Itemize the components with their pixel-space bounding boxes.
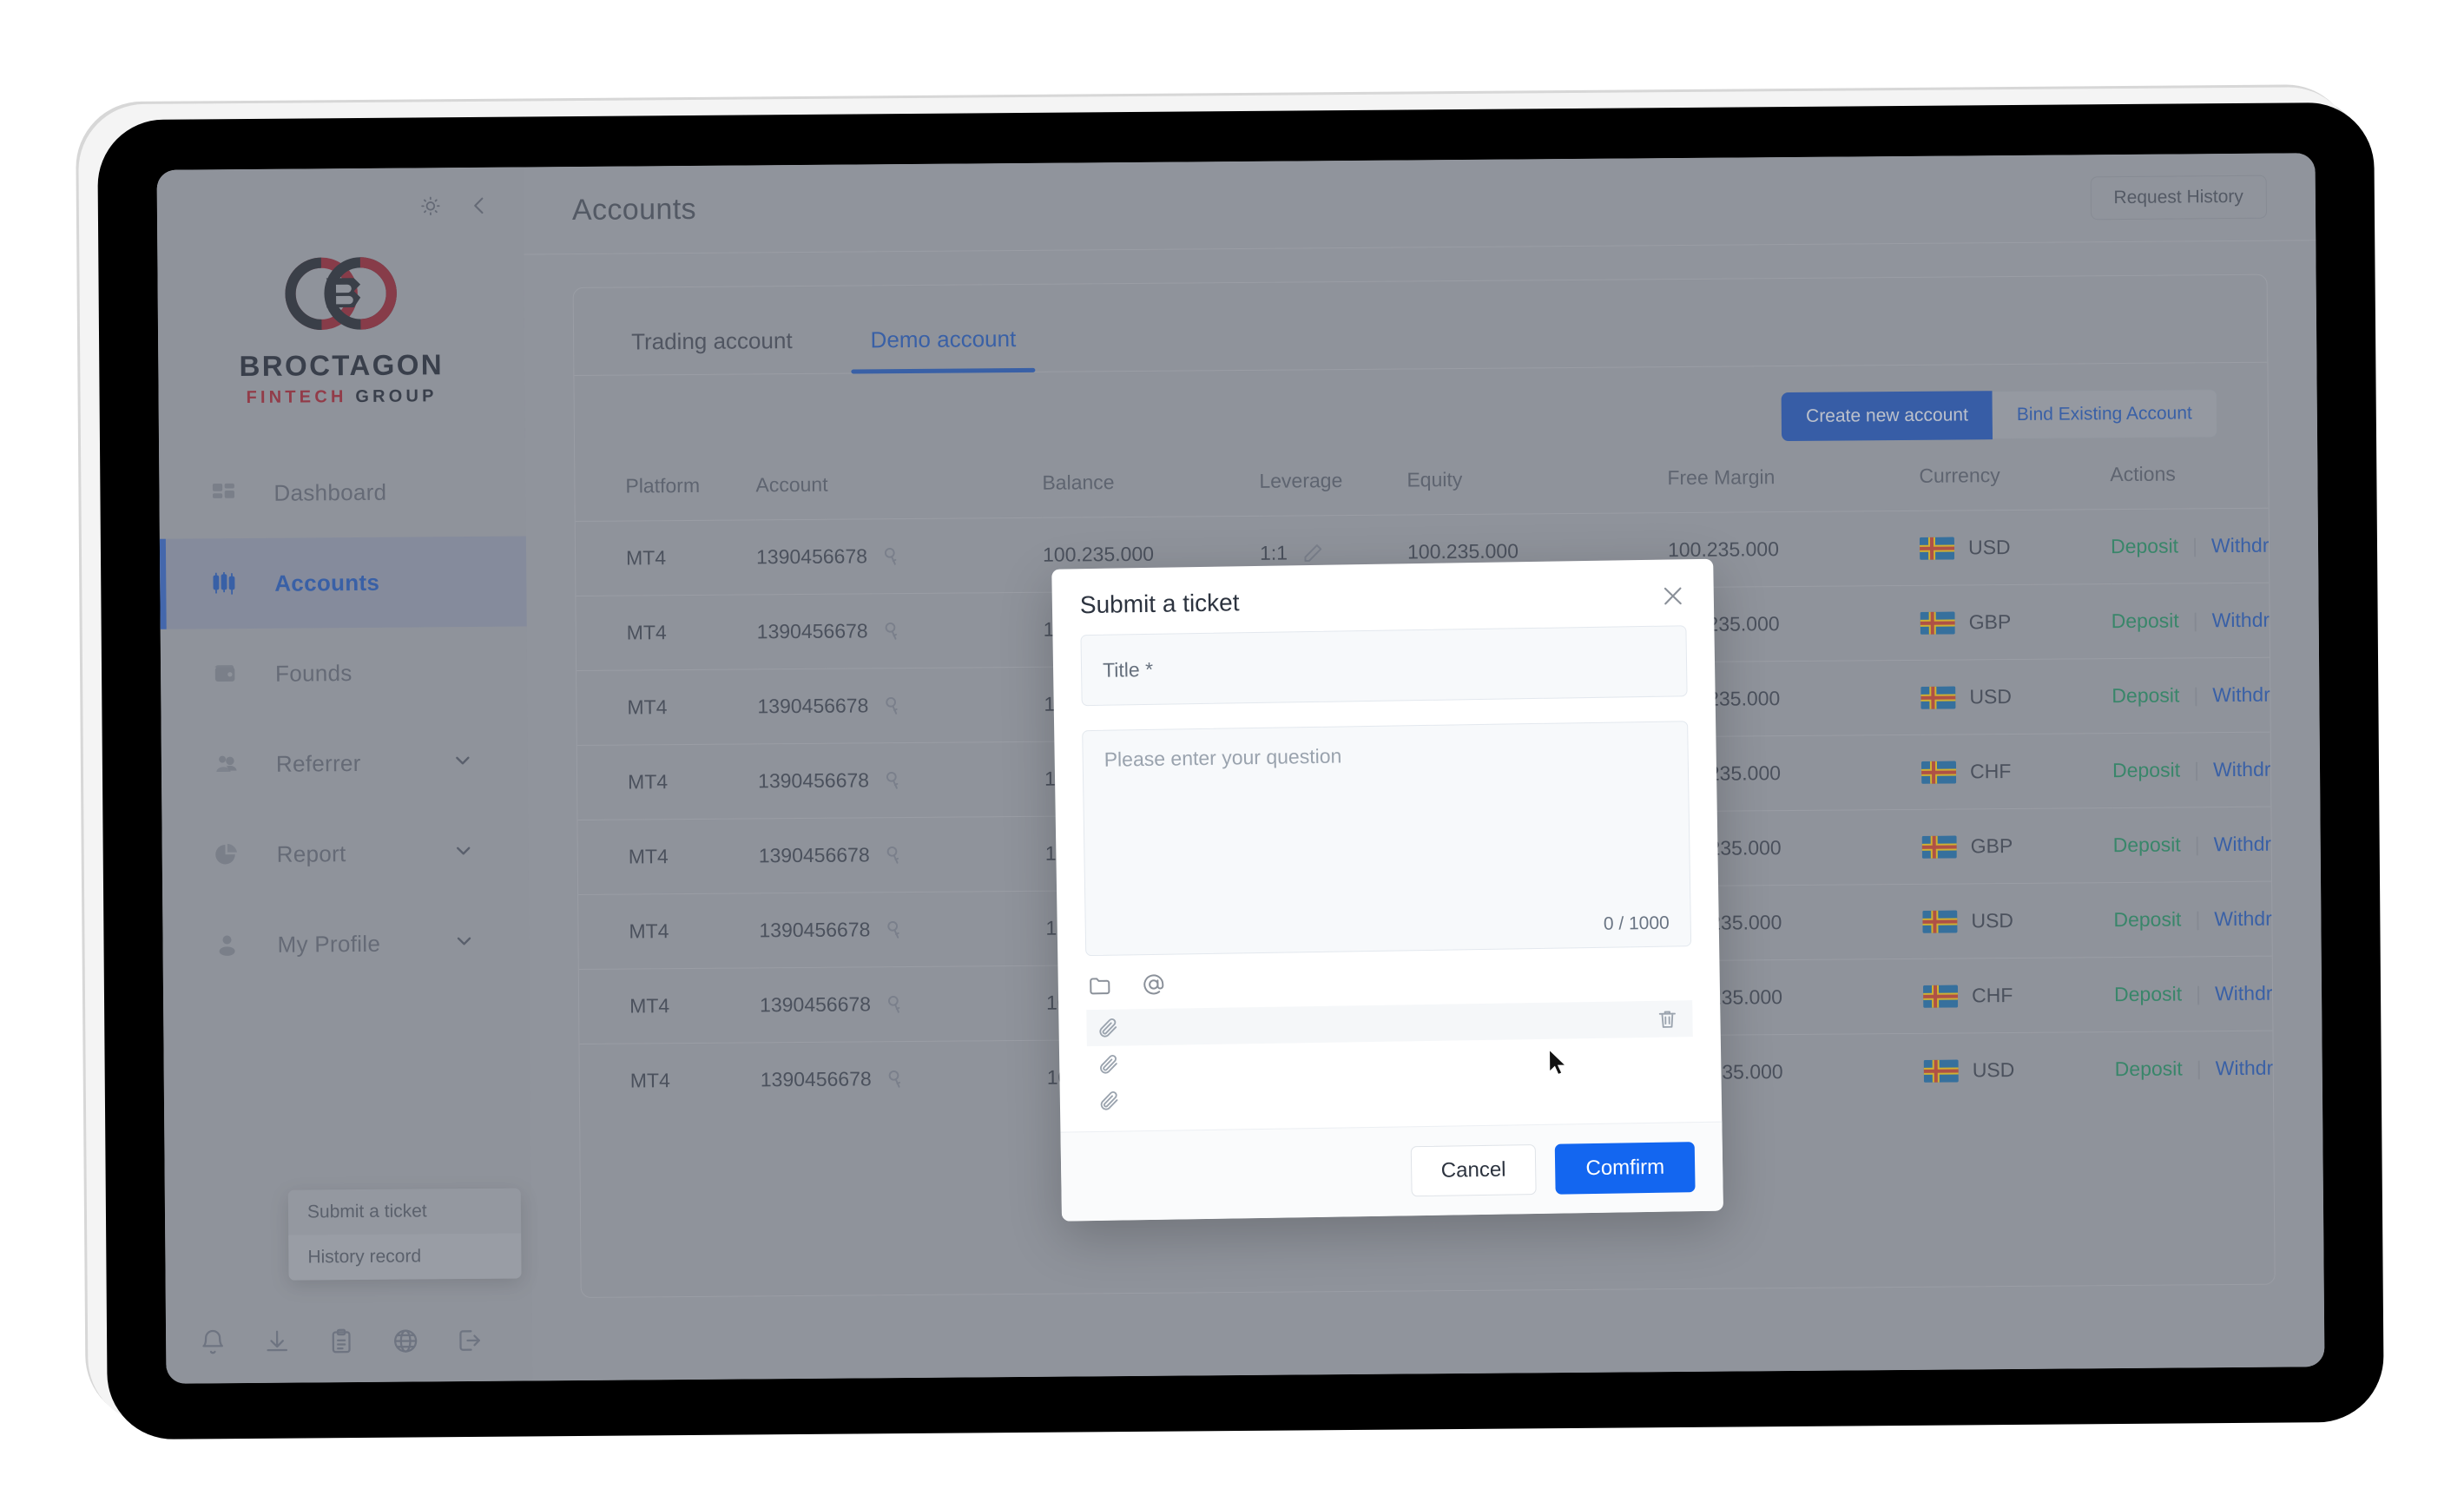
device-screen: BROCTAGON FINTECH GROUP Dashboard Accoun… xyxy=(156,153,2325,1384)
dialog-footer: Cancel Comfirm xyxy=(1060,1121,1723,1222)
cancel-button[interactable]: Cancel xyxy=(1410,1144,1537,1197)
dialog-title: Submit a ticket xyxy=(1079,589,1240,619)
confirm-button[interactable]: Comfirm xyxy=(1555,1142,1696,1195)
paperclip-icon xyxy=(1098,1090,1121,1112)
paperclip-icon xyxy=(1097,1017,1119,1039)
attachment-list xyxy=(1086,1000,1694,1119)
dialog-body: Title * Please enter your question 0 / 1… xyxy=(1052,625,1722,1132)
ticket-title-placeholder: Title * xyxy=(1102,657,1154,682)
attachment-filename xyxy=(1136,1019,1641,1027)
attachment-filename xyxy=(1136,1091,1680,1100)
mention-icon[interactable] xyxy=(1142,972,1168,998)
character-counter: 0 / 1000 xyxy=(1603,912,1670,934)
attachment-filename xyxy=(1136,1055,1679,1064)
folder-icon[interactable] xyxy=(1088,973,1114,999)
dialog-header: Submit a ticket xyxy=(1051,559,1714,636)
trash-icon[interactable] xyxy=(1656,1007,1678,1030)
paperclip-icon xyxy=(1097,1053,1120,1076)
ticket-question-textarea[interactable]: Please enter your question 0 / 1000 xyxy=(1082,721,1692,957)
composer-toolbar xyxy=(1085,946,1692,1010)
ticket-question-placeholder: Please enter your question xyxy=(1104,744,1342,771)
submit-ticket-dialog: Submit a ticket Title * Please enter you… xyxy=(1051,558,1723,1222)
mouse-cursor xyxy=(1549,1050,1567,1076)
ticket-title-input[interactable]: Title * xyxy=(1080,625,1688,707)
close-icon[interactable] xyxy=(1660,583,1686,609)
